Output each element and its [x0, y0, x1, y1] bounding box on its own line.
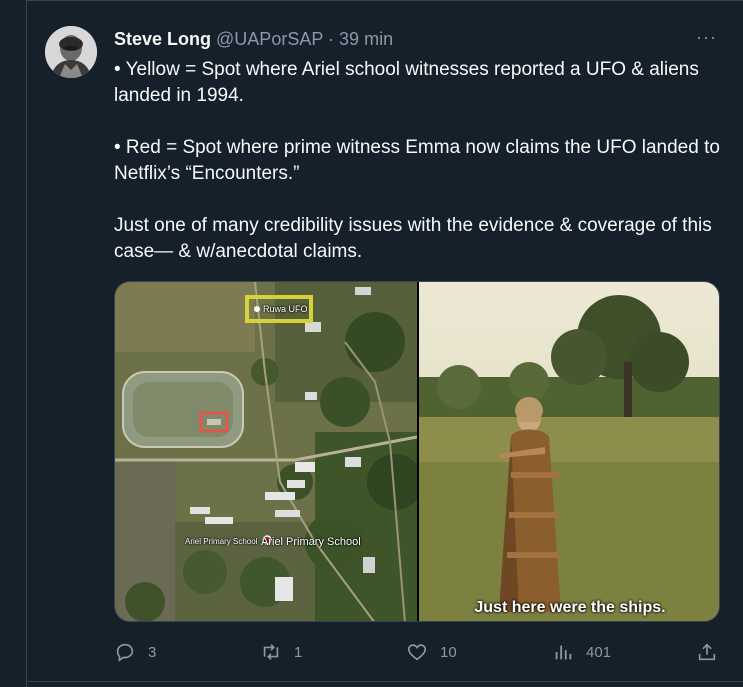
video-caption: Just here were the ships. [474, 599, 666, 616]
retweet-button[interactable]: 1 [260, 640, 302, 664]
divider [26, 681, 743, 682]
satellite-map-image[interactable]: Ruwa UFO Ariel Primary School Ariel Prim… [115, 282, 423, 621]
separator: · [328, 29, 335, 49]
school-label: Ariel Primary School [261, 536, 361, 548]
more-options-icon[interactable]: ··· [696, 28, 717, 46]
map-graphic [115, 282, 423, 621]
video-graphic [419, 282, 719, 621]
retweet-count: 1 [294, 643, 303, 661]
tweet-line-yellow: • Yellow = Spot where Ariel school witne… [114, 59, 699, 106]
yellow-marker-label: Ruwa UFO [263, 304, 308, 314]
tweet-text: • Yellow = Spot where Ariel school witne… [114, 57, 724, 265]
heart-icon [407, 644, 427, 661]
reply-icon [116, 643, 134, 662]
avatar[interactable] [45, 26, 97, 78]
video-still-image[interactable]: Just here were the ships. [419, 282, 719, 621]
share-icon [698, 643, 716, 661]
reply-button[interactable]: 3 [114, 640, 156, 664]
views-chart-icon [555, 645, 572, 660]
tweet-media[interactable]: Ruwa UFO Ariel Primary School Ariel Prim… [114, 281, 720, 622]
views-button[interactable]: 401 [552, 640, 611, 664]
timestamp[interactable]: 39 min [339, 29, 393, 49]
tweet-line-red: • Red = Spot where prime witness Emma no… [114, 137, 720, 184]
avatar-image [45, 26, 97, 78]
author-name[interactable]: Steve Long [114, 29, 211, 49]
view-count: 401 [586, 643, 612, 661]
tweet-line-conclusion: Just one of many credibility issues with… [114, 215, 712, 262]
like-count: 10 [440, 643, 457, 661]
school-label-small: Ariel Primary School [185, 537, 258, 546]
like-button[interactable]: 10 [406, 640, 457, 664]
author-handle[interactable]: @UAPorSAP [216, 29, 323, 49]
retweet-icon [263, 644, 279, 660]
share-button[interactable] [696, 640, 718, 664]
tweet-header: Steve Long @UAPorSAP · 39 min [114, 27, 721, 51]
reply-count: 3 [148, 643, 157, 661]
tweet-actions: 3 1 10 401 [114, 640, 724, 664]
